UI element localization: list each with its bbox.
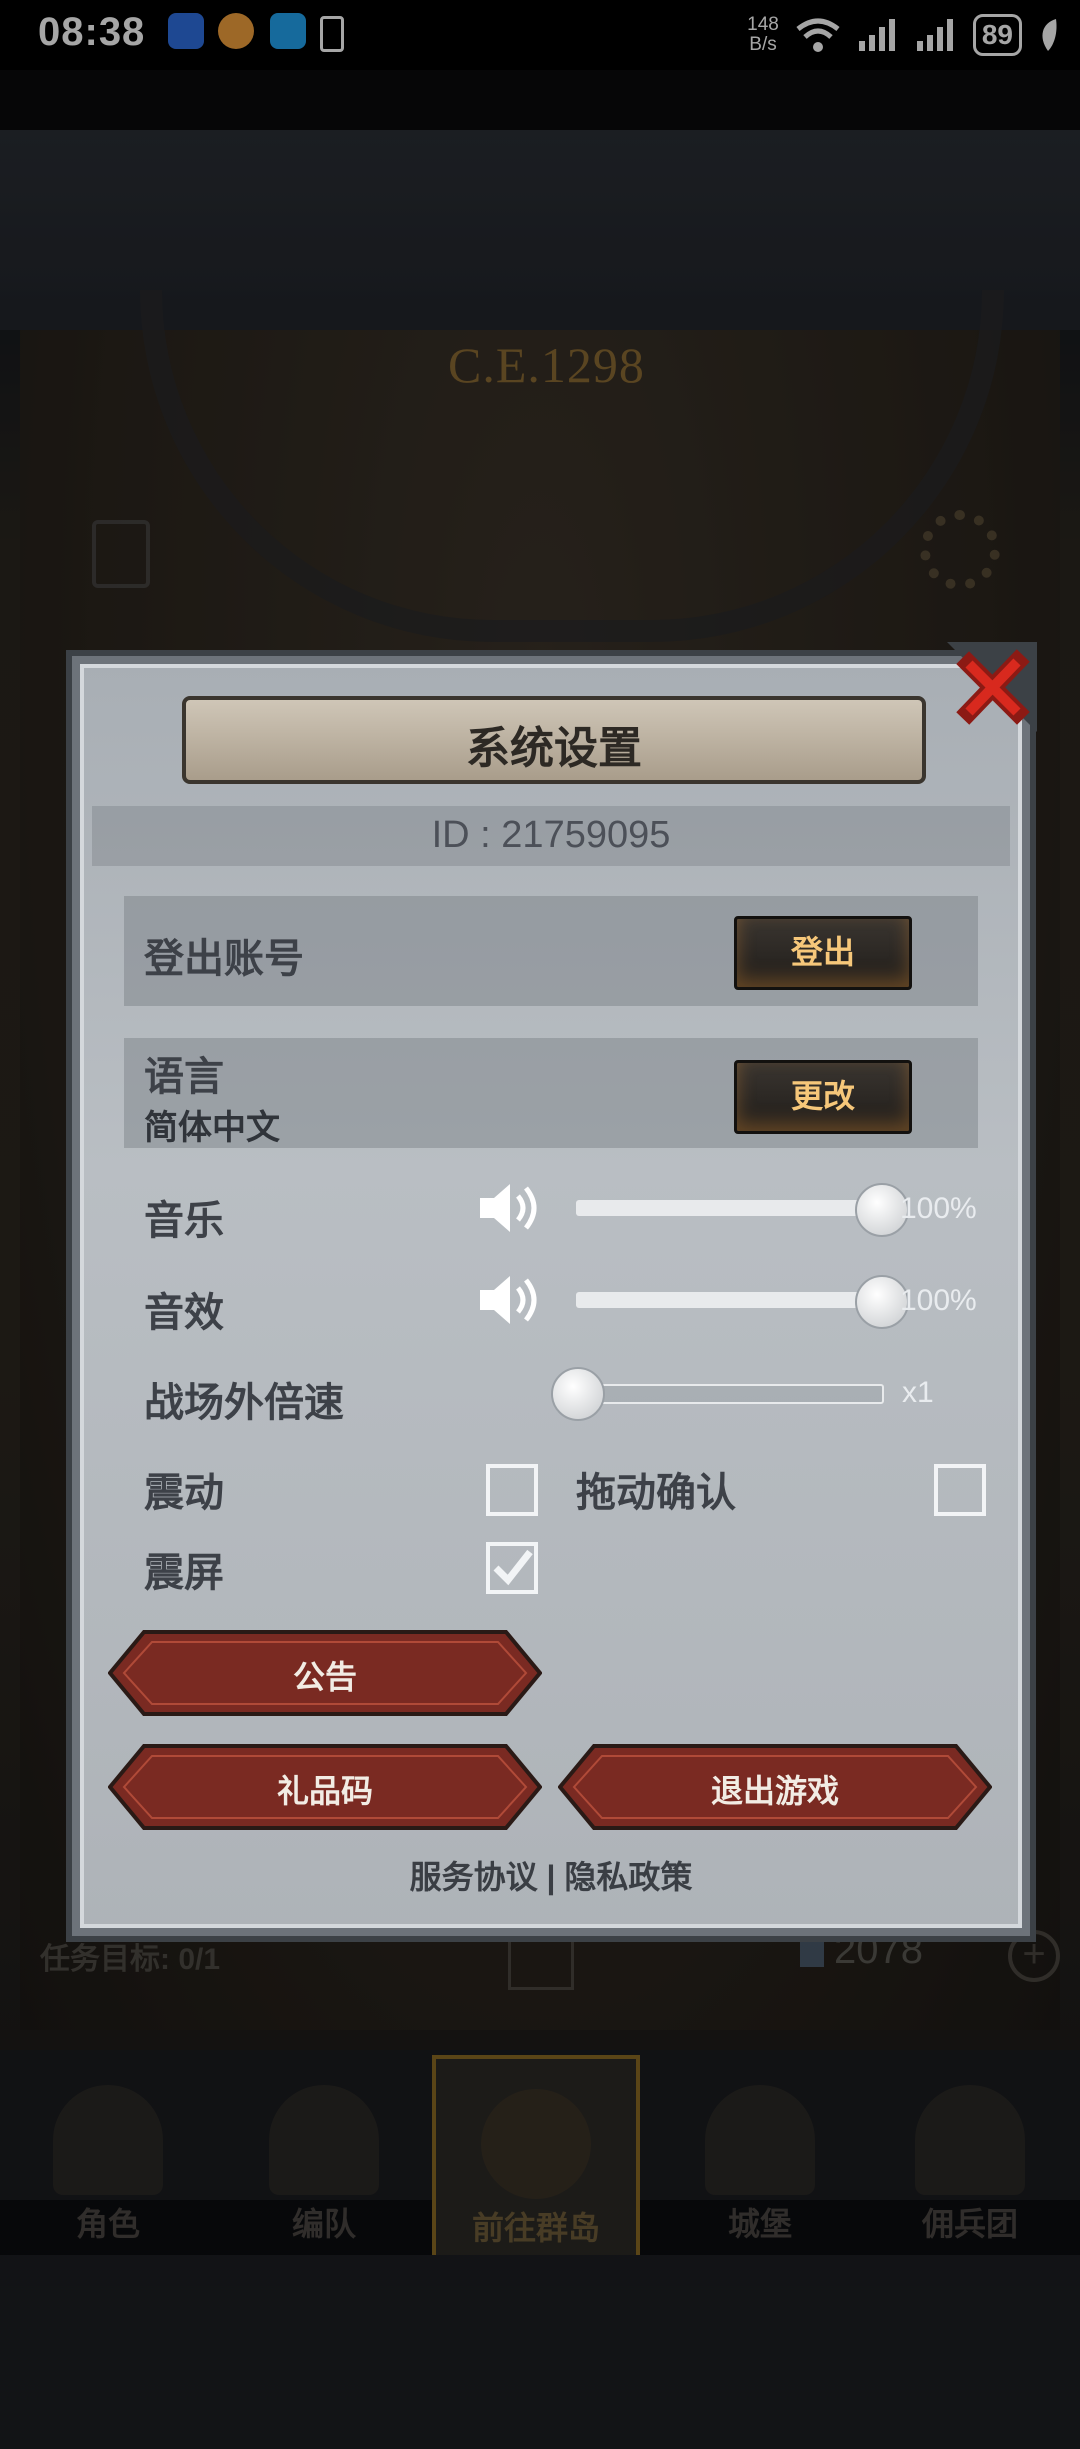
quit-game-button[interactable]: 退出游戏	[558, 1744, 992, 1830]
checkmark-icon	[493, 1549, 533, 1586]
title-plaque: 系统设置	[182, 696, 926, 784]
speed-label: 战场外倍速	[144, 1381, 344, 1425]
speed-value: x1	[902, 1376, 934, 1409]
user-id: ID : 21759095	[431, 814, 671, 856]
vibration-label: 震动	[144, 1471, 224, 1515]
terms-link[interactable]: 服务协议	[410, 1859, 538, 1895]
drag-confirm-checkbox[interactable]	[934, 1464, 986, 1516]
footer-links: 服务协议 | 隐私政策	[72, 1852, 1030, 1898]
close-icon[interactable]	[947, 642, 1037, 732]
speaker-icon[interactable]	[476, 1178, 546, 1238]
screen-shake-checkbox[interactable]	[486, 1542, 538, 1594]
link-separator: |	[537, 1859, 565, 1895]
language-label: 语言	[144, 1055, 224, 1099]
music-slider-track[interactable]	[576, 1200, 880, 1216]
music-percent: 100%	[900, 1192, 977, 1225]
vibration-checkbox[interactable]	[486, 1464, 538, 1516]
change-language-button[interactable]: 更改	[734, 1060, 912, 1134]
privacy-link[interactable]: 隐私政策	[564, 1859, 692, 1895]
announcement-button[interactable]: 公告	[108, 1630, 542, 1716]
sfx-percent: 100%	[900, 1284, 977, 1317]
music-label: 音乐	[144, 1199, 224, 1243]
gift-code-label: 礼品码	[276, 1773, 373, 1809]
user-id-bar: ID : 21759095	[92, 806, 1010, 866]
language-row: 语言 简体中文 更改	[124, 1038, 978, 1148]
dialog-title: 系统设置	[466, 724, 642, 773]
speed-slider-handle[interactable]	[551, 1367, 605, 1421]
settings-dialog: 系统设置 ID : 21759095 登出账号 登出 语言 简体中文 更改 音乐…	[66, 642, 1037, 1942]
gift-code-button[interactable]: 礼品码	[108, 1744, 542, 1830]
screen-shake-label: 震屏	[144, 1551, 224, 1595]
announcement-label: 公告	[292, 1659, 357, 1695]
speaker-icon[interactable]	[476, 1270, 546, 1330]
drag-confirm-label: 拖动确认	[576, 1471, 736, 1515]
quit-game-label: 退出游戏	[710, 1773, 839, 1809]
logout-row: 登出账号 登出	[124, 896, 978, 1006]
logout-button[interactable]: 登出	[734, 916, 912, 990]
sfx-slider-track[interactable]	[576, 1292, 880, 1308]
language-value: 简体中文	[144, 1109, 280, 1147]
logout-label: 登出账号	[144, 937, 304, 981]
sfx-label: 音效	[144, 1291, 224, 1335]
speed-slider-track[interactable]	[576, 1384, 884, 1404]
